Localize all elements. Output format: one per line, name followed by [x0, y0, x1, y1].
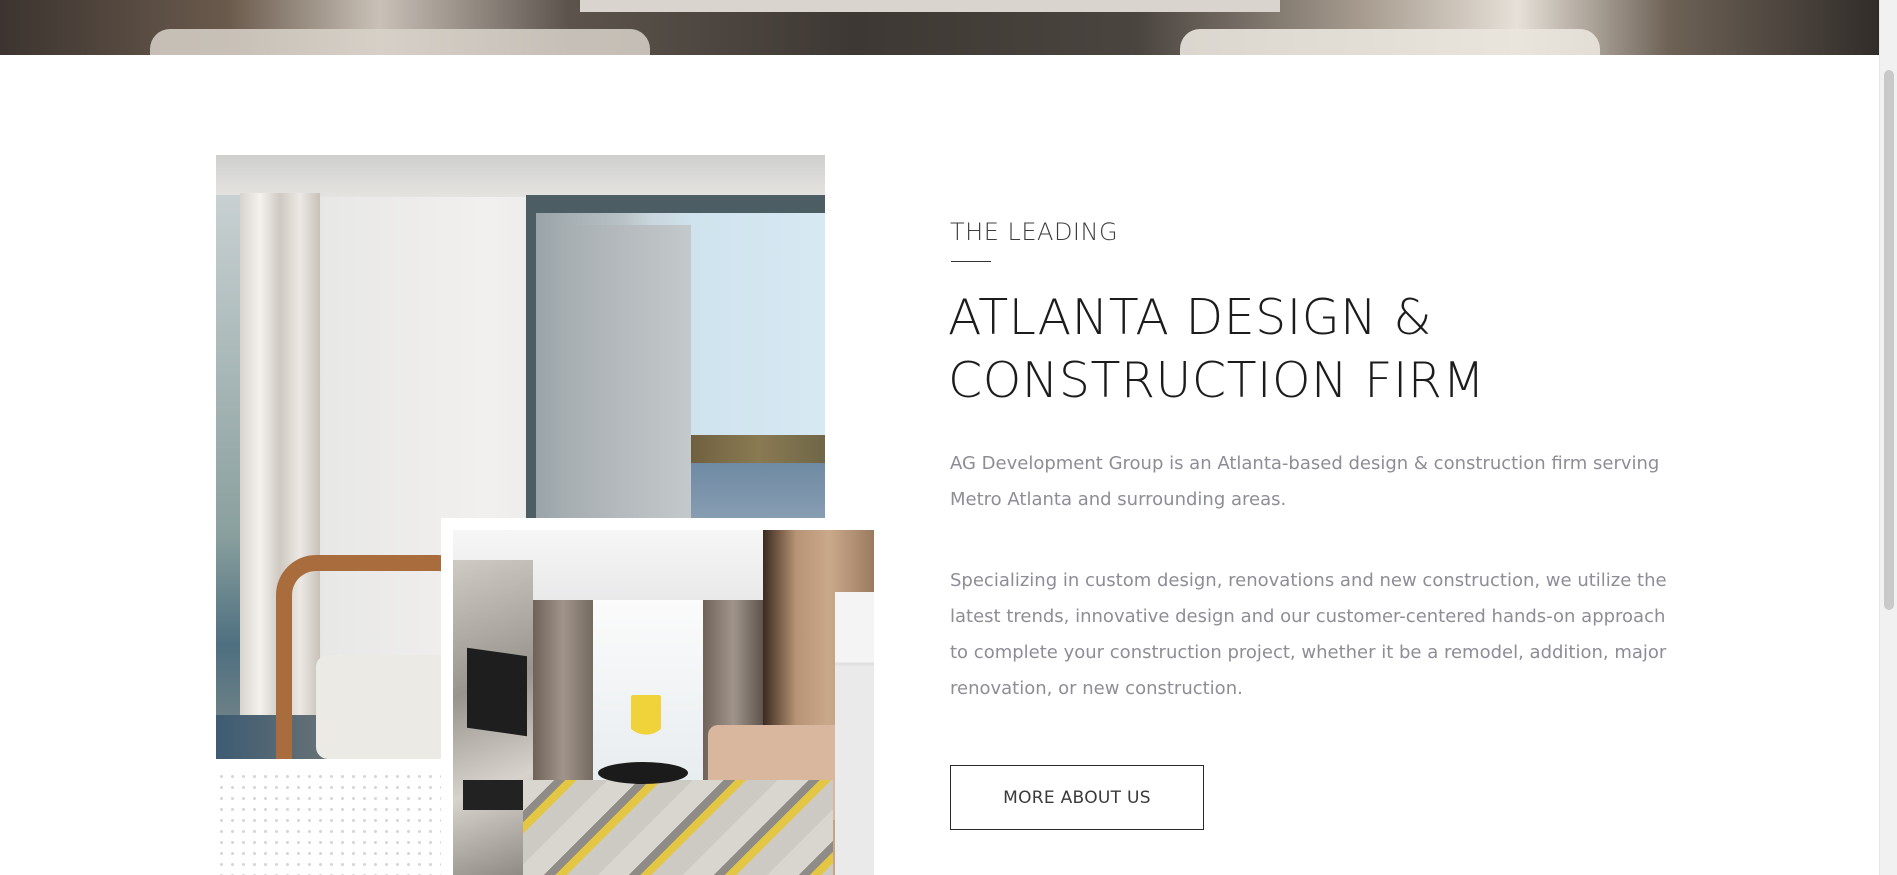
scrollbar-thumb[interactable] — [1884, 70, 1894, 610]
hero-panel — [580, 0, 1280, 12]
section-eyebrow: THE LEADING — [950, 218, 1119, 246]
dot-pattern-decoration — [216, 771, 441, 875]
hero-sofa-left — [150, 29, 650, 55]
hero-sofa-right — [1180, 29, 1600, 55]
intro-paragraph: AG Development Group is an Atlanta-based… — [950, 453, 1660, 510]
services-paragraph: Specializing in custom design, renovatio… — [950, 570, 1667, 699]
page: THE LEADING ATLANTA DESIGN & CONSTRUCTIO… — [0, 0, 1897, 875]
living-room-image — [453, 530, 874, 875]
eyebrow-divider — [951, 261, 991, 262]
section-title: ATLANTA DESIGN & CONSTRUCTION FIRM — [948, 289, 1486, 409]
more-about-us-button[interactable]: MORE ABOUT US — [950, 765, 1204, 830]
hero-banner-image — [0, 0, 1897, 55]
page-scrollbar[interactable] — [1879, 0, 1897, 875]
